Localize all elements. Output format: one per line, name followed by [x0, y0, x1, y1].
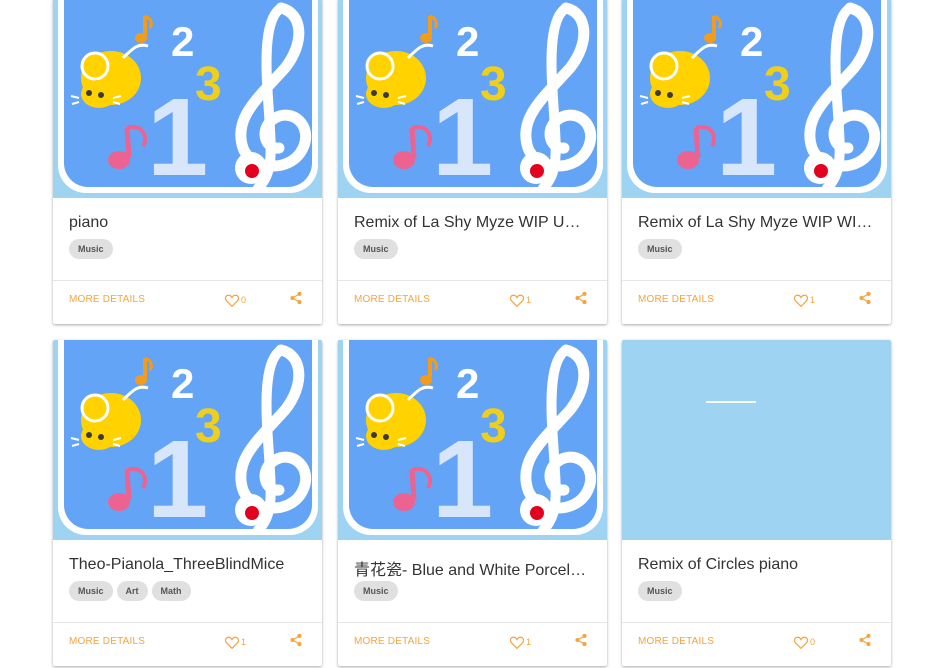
project-thumbnail[interactable]	[622, 0, 891, 198]
tag-list: Music	[638, 239, 682, 259]
share-icon	[859, 291, 871, 305]
heart-icon	[794, 294, 808, 307]
loading-indicator	[706, 401, 756, 403]
tag-list: Music	[638, 581, 682, 601]
tag-chip[interactable]: Art	[116, 581, 148, 601]
like-button[interactable]: 0	[225, 292, 246, 308]
music-app-icon	[338, 340, 607, 540]
tag-list: Music Art Math	[69, 581, 191, 601]
music-app-icon	[53, 340, 322, 540]
card-actions: MORE DETAILS 1	[622, 280, 891, 323]
tag-chip[interactable]: Music	[638, 239, 682, 259]
share-button[interactable]	[858, 633, 874, 649]
project-card[interactable]: Remix of La Shy Myze WIP UPDATE Music MO…	[338, 0, 607, 324]
share-icon	[290, 633, 302, 647]
share-icon	[859, 633, 871, 647]
more-details-link[interactable]: MORE DETAILS	[638, 281, 714, 323]
project-thumbnail[interactable]	[338, 0, 607, 198]
tag-list: Music	[354, 581, 398, 601]
project-title[interactable]: Remix of Circles piano	[638, 556, 875, 574]
like-button[interactable]: 1	[510, 292, 531, 308]
project-card[interactable]: 青花瓷- Blue and White Porcelain Music MORE…	[338, 340, 607, 666]
share-button[interactable]	[574, 633, 590, 649]
more-details-link[interactable]: MORE DETAILS	[638, 623, 714, 665]
music-app-icon	[338, 0, 607, 198]
like-count: 1	[526, 295, 532, 305]
share-icon	[575, 291, 587, 305]
tag-chip[interactable]: Music	[354, 239, 398, 259]
like-count: 0	[810, 637, 816, 647]
project-title[interactable]: Remix of La Shy Myze WIP UPDATE	[354, 214, 591, 232]
tag-chip[interactable]: Music	[69, 239, 113, 259]
card-actions: MORE DETAILS 0	[622, 622, 891, 665]
share-button[interactable]	[289, 633, 305, 649]
tag-chip[interactable]: Music	[69, 581, 113, 601]
tag-list: Music	[69, 239, 113, 259]
tag-chip[interactable]: Math	[151, 581, 191, 601]
share-button[interactable]	[289, 291, 305, 307]
project-title[interactable]: Remix of La Shy Myze WIP WITH	[638, 214, 875, 232]
tag-chip[interactable]: Music	[638, 581, 682, 601]
like-button[interactable]: 1	[510, 634, 531, 650]
card-actions: MORE DETAILS 1	[338, 622, 607, 665]
heart-icon	[510, 294, 524, 307]
heart-icon	[225, 294, 239, 307]
share-icon	[290, 291, 302, 305]
like-count: 1	[241, 637, 247, 647]
share-button[interactable]	[858, 291, 874, 307]
like-button[interactable]: 1	[794, 292, 815, 308]
share-icon	[575, 633, 587, 647]
more-details-link[interactable]: MORE DETAILS	[354, 281, 430, 323]
card-actions: MORE DETAILS 1	[53, 622, 322, 665]
card-actions: MORE DETAILS 0	[53, 280, 322, 323]
project-card[interactable]: piano Music MORE DETAILS 0	[53, 0, 322, 324]
more-details-link[interactable]: MORE DETAILS	[69, 623, 145, 665]
more-details-link[interactable]: MORE DETAILS	[354, 623, 430, 665]
like-count: 1	[810, 295, 816, 305]
more-details-link[interactable]: MORE DETAILS	[69, 281, 145, 323]
like-count: 1	[526, 637, 532, 647]
like-button[interactable]: 0	[794, 634, 815, 650]
card-actions: MORE DETAILS 1	[338, 280, 607, 323]
tag-list: Music	[354, 239, 398, 259]
music-app-icon	[53, 0, 322, 198]
project-title[interactable]: Theo-Pianola_ThreeBlindMice	[69, 556, 306, 574]
project-title[interactable]: 青花瓷- Blue and White Porcelain	[354, 556, 591, 580]
project-card[interactable]: Theo-Pianola_ThreeBlindMice Music Art Ma…	[53, 340, 322, 666]
music-app-icon	[622, 0, 891, 198]
project-card[interactable]: Remix of La Shy Myze WIP WITH Music MORE…	[622, 0, 891, 324]
project-thumbnail[interactable]	[338, 340, 607, 540]
project-thumbnail[interactable]	[622, 340, 891, 540]
project-thumbnail[interactable]	[53, 340, 322, 540]
like-count: 0	[241, 295, 247, 305]
tag-chip[interactable]: Music	[354, 581, 398, 601]
heart-icon	[225, 636, 239, 649]
share-button[interactable]	[574, 291, 590, 307]
project-thumbnail[interactable]	[53, 0, 322, 198]
like-button[interactable]: 1	[225, 634, 246, 650]
heart-icon	[510, 636, 524, 649]
project-title[interactable]: piano	[69, 214, 306, 232]
project-card[interactable]: Remix of Circles piano Music MORE DETAIL…	[622, 340, 891, 666]
heart-icon	[794, 636, 808, 649]
